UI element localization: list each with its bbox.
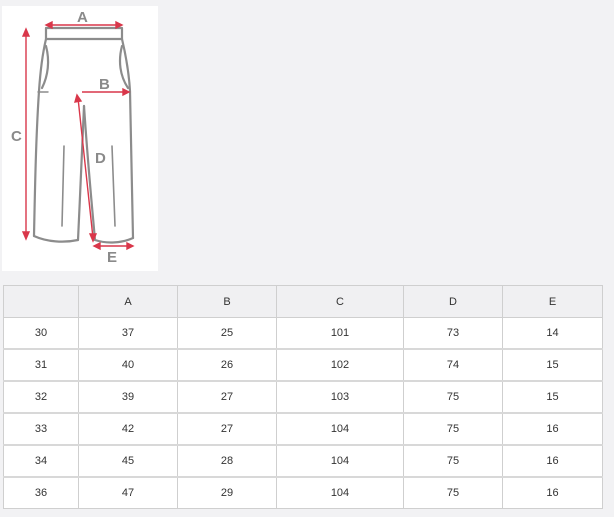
cell-b: 25	[177, 317, 277, 350]
cell-d: 73	[403, 317, 503, 350]
trousers-measurement-diagram: A C B D E	[2, 6, 158, 271]
cell-d: 75	[403, 412, 503, 446]
cell-e: 16	[502, 476, 603, 509]
right-outer-seam	[120, 37, 135, 240]
size-cell: 30	[3, 317, 79, 350]
size-table-container: A B C D E 30 37 25 101 73 14 31 40 26 10…	[3, 285, 603, 509]
cell-b: 27	[177, 380, 277, 414]
cell-c: 103	[276, 380, 404, 414]
left-crease	[61, 145, 65, 227]
table-row: 33 42 27 104 75 16	[3, 412, 603, 446]
cell-b: 26	[177, 348, 277, 382]
header-e: E	[502, 285, 603, 318]
size-cell: 33	[3, 412, 79, 446]
cell-e: 16	[502, 444, 603, 478]
arrow-c-bottom-head	[21, 231, 31, 241]
cell-d: 75	[403, 380, 503, 414]
right-crease	[111, 145, 116, 227]
size-cell: 32	[3, 380, 79, 414]
table-row: 32 39 27 103 75 15	[3, 380, 603, 414]
arrow-e-right-head	[126, 241, 135, 251]
header-a: A	[78, 285, 178, 318]
arrow-e-left-head	[92, 241, 101, 251]
cell-e: 14	[502, 317, 603, 350]
cell-b: 27	[177, 412, 277, 446]
size-table: A B C D E 30 37 25 101 73 14 31 40 26 10…	[3, 285, 603, 509]
table-row: 30 37 25 101 73 14	[3, 317, 603, 350]
cell-d: 74	[403, 348, 503, 382]
cell-a: 39	[78, 380, 178, 414]
header-size	[3, 285, 79, 318]
cell-c: 104	[276, 444, 404, 478]
header-d: D	[403, 285, 503, 318]
cell-b: 29	[177, 476, 277, 509]
cell-c: 104	[276, 476, 404, 509]
cell-e: 15	[502, 380, 603, 414]
label-d: D	[95, 150, 106, 167]
table-header-row: A B C D E	[3, 285, 603, 318]
cell-c: 104	[276, 412, 404, 446]
cell-a: 40	[78, 348, 178, 382]
cell-d: 75	[403, 476, 503, 509]
cell-a: 37	[78, 317, 178, 350]
header-b: B	[177, 285, 277, 318]
cell-a: 42	[78, 412, 178, 446]
cell-c: 102	[276, 348, 404, 382]
label-c: C	[11, 128, 22, 145]
right-hem	[93, 236, 135, 244]
arrow-c-top-head	[21, 27, 31, 37]
label-b: B	[99, 76, 110, 93]
table-row: 31 40 26 102 74 15	[3, 348, 603, 382]
header-c: C	[276, 285, 404, 318]
cell-c: 101	[276, 317, 404, 350]
left-hem	[32, 234, 80, 243]
cell-a: 45	[78, 444, 178, 478]
arrow-b-head	[122, 87, 131, 97]
trousers-diagram-svg: A C B D E	[11, 9, 135, 266]
label-e: E	[107, 249, 117, 266]
size-cell: 31	[3, 348, 79, 382]
trousers-outline	[32, 26, 135, 244]
size-cell: 34	[3, 444, 79, 478]
measurement-arrows	[21, 20, 135, 251]
table-row: 36 47 29 104 75 16	[3, 476, 603, 509]
cell-e: 16	[502, 412, 603, 446]
cell-a: 47	[78, 476, 178, 509]
left-outer-seam	[32, 37, 48, 238]
cell-e: 15	[502, 348, 603, 382]
arrow-d-top-head	[74, 93, 83, 103]
waistband-shape	[44, 26, 124, 41]
label-a: A	[77, 9, 88, 26]
page: A C B D E A B C D E 30 37 25 101 73 14 3…	[0, 0, 614, 517]
cell-d: 75	[403, 444, 503, 478]
table-row: 34 45 28 104 75 16	[3, 444, 603, 478]
size-cell: 36	[3, 476, 79, 509]
cell-b: 28	[177, 444, 277, 478]
